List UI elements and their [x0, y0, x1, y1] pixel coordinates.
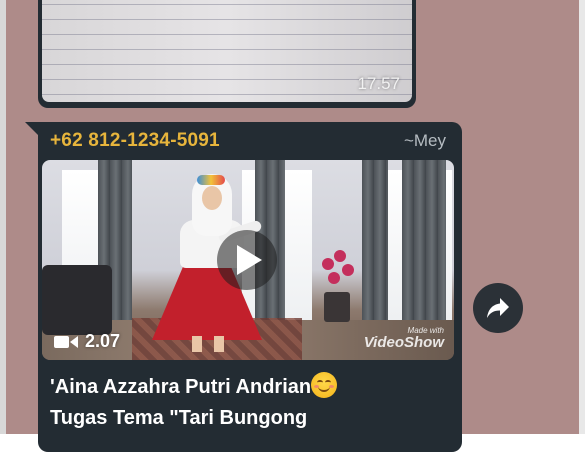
curtain [362, 160, 388, 320]
forward-button[interactable] [473, 283, 523, 333]
flower-pot [324, 292, 350, 322]
previous-message-image[interactable]: 17.57 [42, 0, 412, 102]
curtain [402, 160, 446, 320]
previous-message-bubble[interactable]: 17.57 [38, 0, 416, 108]
sofa [42, 265, 112, 335]
screen-edge-left [0, 0, 6, 434]
dancer-headband [197, 175, 225, 185]
dancer-face [202, 186, 222, 210]
bubble-tail [25, 122, 39, 136]
sender-name: ~Mey [403, 131, 446, 150]
message-caption: 'Aina Azzahra Putri Andrian Tugas Tema "… [50, 372, 450, 434]
message-bubble[interactable]: +62 812-1234-5091 ~Mey 2.07 Made with Vi… [38, 122, 462, 452]
caption-line-1: 'Aina Azzahra Putri Andrian [50, 376, 312, 398]
previous-message-time: 17.57 [357, 74, 400, 93]
screen-edge-right [579, 0, 585, 434]
forward-icon [487, 298, 509, 318]
video-thumbnail[interactable]: 2.07 Made with VideoShow [42, 160, 454, 360]
dancer-leg [214, 336, 224, 352]
watermark-main-text: VideoShow [363, 334, 444, 351]
video-camera-icon [54, 335, 78, 348]
video-duration-text: 2.07 [85, 331, 121, 351]
play-button[interactable] [217, 230, 277, 290]
caption-line-2: Tugas Tema "Tari Bungong [50, 407, 308, 429]
videoshow-watermark: Made with VideoShow [363, 327, 444, 351]
video-duration: 2.07 [54, 331, 120, 352]
dancer-leg [192, 336, 202, 352]
play-icon [237, 245, 262, 275]
smiling-face-emoji-icon [311, 372, 338, 398]
sender-phone[interactable]: +62 812-1234-5091 [50, 130, 220, 152]
